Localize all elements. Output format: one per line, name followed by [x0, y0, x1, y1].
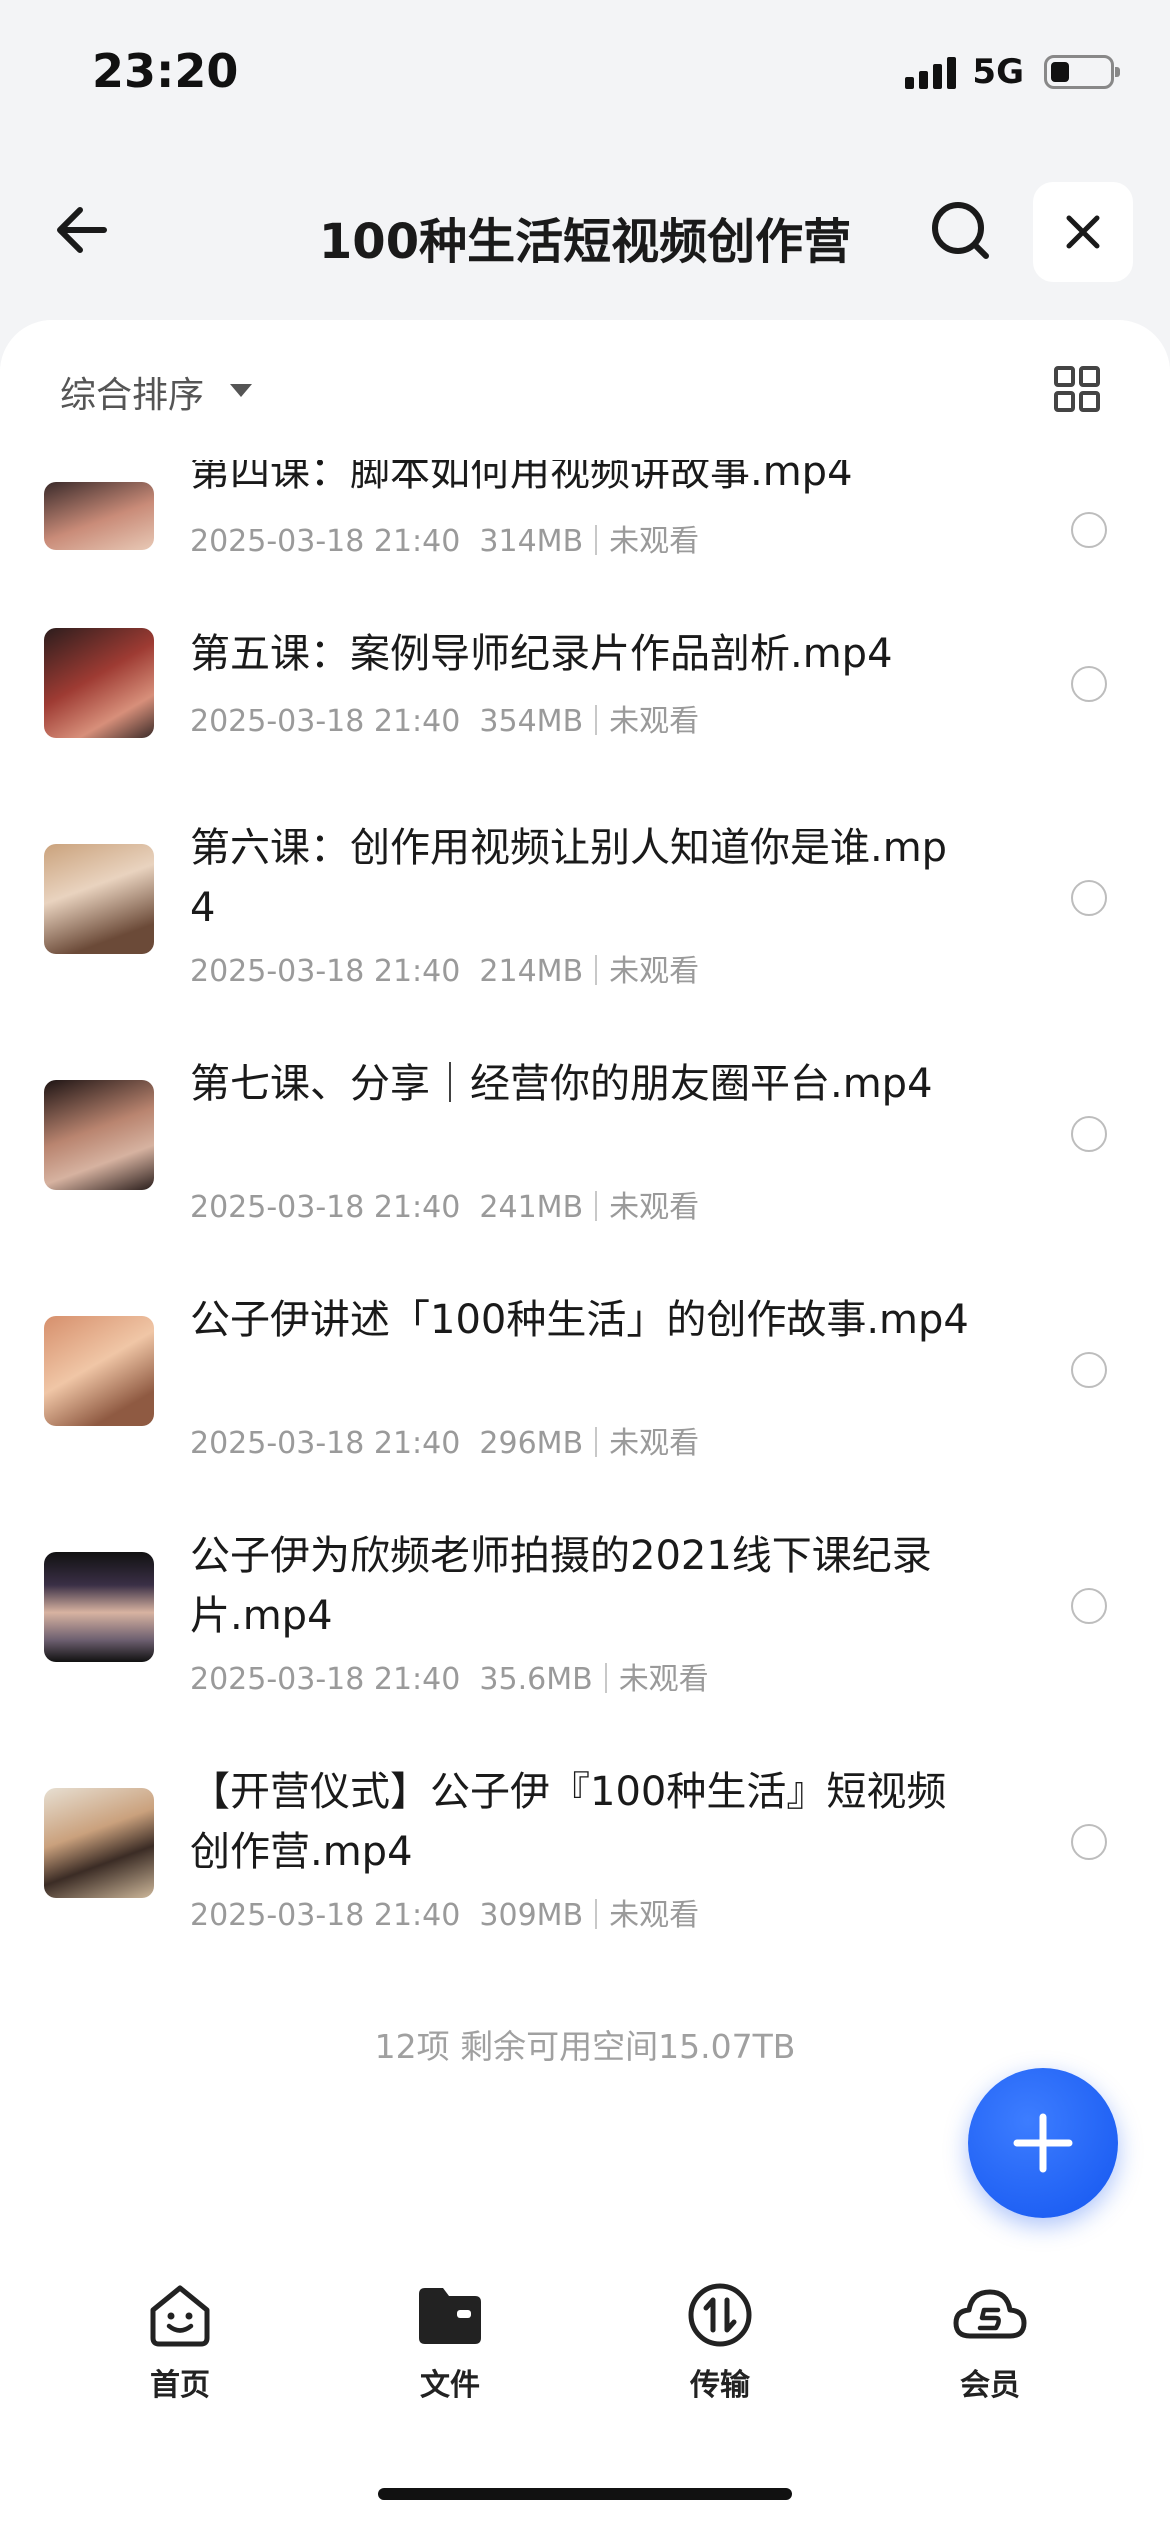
battery-icon	[1044, 55, 1120, 89]
select-radio[interactable]	[1071, 666, 1107, 702]
status-time: 23:20	[92, 44, 239, 98]
file-size: 309MB	[479, 1898, 584, 1933]
list-item[interactable]: 公子伊为欣频老师拍摄的2021线下课纪录片.mp4 2025-03-18 21:…	[0, 1526, 1170, 1746]
file-name: 第五课：案例导师纪录片作品剖析.mp4	[190, 631, 893, 677]
file-size: 296MB	[479, 1426, 584, 1461]
signal-icon	[905, 55, 957, 89]
file-date: 2025-03-18 21:40	[190, 524, 461, 559]
list-item[interactable]: 第五课：案例导师纪录片作品剖析.mp4 2025-03-18 21:40 354…	[0, 582, 1170, 782]
bottom-tab-bar: 首页 文件 传输 会员	[0, 2280, 1170, 2430]
video-thumbnail	[44, 1788, 154, 1898]
home-face-icon	[150, 2285, 210, 2347]
file-size: 214MB	[479, 954, 584, 989]
file-meta: 2025-03-18 21:40 296MB 未观看	[190, 1418, 699, 1462]
list-item[interactable]: 【开营仪式】公子伊『100种生活』短视频创作营.mp4 2025-03-18 2…	[0, 1762, 1170, 1982]
file-size: 354MB	[479, 704, 584, 739]
watch-status: 未观看	[609, 524, 700, 559]
grid-view-icon[interactable]	[1054, 366, 1100, 412]
status-indicators: 5G	[905, 52, 1120, 92]
file-size: 241MB	[479, 1190, 584, 1225]
select-radio[interactable]	[1071, 880, 1107, 916]
file-name: 【开营仪式】公子伊『100种生活』短视频创作营.mp4	[190, 1769, 947, 1875]
file-meta: 2025-03-18 21:40 314MB 未观看	[190, 516, 699, 560]
search-icon	[932, 202, 989, 259]
search-button[interactable]	[920, 190, 1000, 270]
file-meta: 2025-03-18 21:40 35.6MB 未观看	[190, 1654, 709, 1698]
sort-toolbar: 综合排序	[0, 320, 1170, 460]
list-item[interactable]: 第六课：创作用视频让别人知道你是谁.mp4 2025-03-18 21:40 2…	[0, 818, 1170, 1038]
add-button[interactable]	[968, 2068, 1118, 2218]
file-name: 第六课：创作用视频让别人知道你是谁.mp4	[190, 825, 948, 931]
select-radio[interactable]	[1071, 1588, 1107, 1624]
video-thumbnail	[44, 844, 154, 954]
video-thumbnail	[44, 1080, 154, 1190]
caret-down-icon[interactable]	[230, 384, 252, 397]
video-thumbnail	[44, 1316, 154, 1426]
select-radio[interactable]	[1071, 1116, 1107, 1152]
tab-member[interactable]: 会员	[920, 2280, 1060, 2410]
nav-bar: 100种生活短视频创作营	[0, 170, 1170, 290]
tab-transfer-label: 传输	[690, 2368, 750, 2403]
list-item[interactable]: 第七课、分享｜经营你的朋友圈平台.mp4 2025-03-18 21:40 24…	[0, 1054, 1170, 1274]
select-radio[interactable]	[1071, 1824, 1107, 1860]
storage-summary: 12项 剩余可用空间15.07TB	[374, 2027, 796, 2066]
file-date: 2025-03-18 21:40	[190, 1662, 461, 1697]
file-name: 公子伊为欣频老师拍摄的2021线下课纪录片.mp4	[190, 1533, 932, 1639]
select-radio[interactable]	[1071, 512, 1107, 548]
file-date: 2025-03-18 21:40	[190, 704, 461, 739]
network-type: 5G	[972, 52, 1024, 92]
tab-home-label: 首页	[150, 2368, 210, 2403]
transfer-icon	[688, 2283, 752, 2347]
plus-icon	[1013, 2113, 1073, 2173]
file-meta: 2025-03-18 21:40 214MB 未观看	[190, 946, 699, 990]
video-thumbnail	[44, 1552, 154, 1662]
sort-dropdown[interactable]: 综合排序	[60, 366, 204, 418]
tab-home[interactable]: 首页	[110, 2280, 250, 2410]
file-name: 第七课、分享｜经营你的朋友圈平台.mp4	[190, 1061, 933, 1107]
watch-status: 未观看	[609, 1190, 700, 1225]
file-date: 2025-03-18 21:40	[190, 954, 461, 989]
list-item[interactable]: 公子伊讲述「100种生活」的创作故事.mp4 2025-03-18 21:40 …	[0, 1290, 1170, 1510]
file-name: 公子伊讲述「100种生活」的创作故事.mp4	[190, 1297, 969, 1343]
folder-icon	[419, 2288, 481, 2344]
file-date: 2025-03-18 21:40	[190, 1426, 461, 1461]
watch-status: 未观看	[609, 704, 700, 739]
tab-member-label: 会员	[960, 2368, 1020, 2403]
file-size: 314MB	[479, 524, 584, 559]
watch-status: 未观看	[609, 1898, 700, 1933]
watch-status: 未观看	[609, 954, 700, 989]
file-meta: 2025-03-18 21:40 354MB 未观看	[190, 696, 699, 740]
select-radio[interactable]	[1071, 1352, 1107, 1388]
video-thumbnail	[44, 482, 154, 550]
status-bar: 23:20 5G	[0, 0, 1170, 150]
file-date: 2025-03-18 21:40	[190, 1898, 461, 1933]
tab-files-label: 文件	[420, 2368, 480, 2403]
file-meta: 2025-03-18 21:40 309MB 未观看	[190, 1890, 699, 1934]
video-thumbnail	[44, 628, 154, 738]
close-icon	[1066, 215, 1100, 249]
cloud-member-icon	[953, 2289, 1027, 2339]
tab-transfer[interactable]: 传输	[650, 2280, 790, 2410]
file-meta: 2025-03-18 21:40 241MB 未观看	[190, 1182, 699, 1226]
watch-status: 未观看	[618, 1662, 709, 1697]
home-indicator	[378, 2488, 792, 2500]
watch-status: 未观看	[609, 1426, 700, 1461]
file-size: 35.6MB	[479, 1662, 593, 1697]
close-button[interactable]	[1033, 182, 1133, 282]
file-date: 2025-03-18 21:40	[190, 1190, 461, 1225]
tab-files[interactable]: 文件	[380, 2280, 520, 2410]
